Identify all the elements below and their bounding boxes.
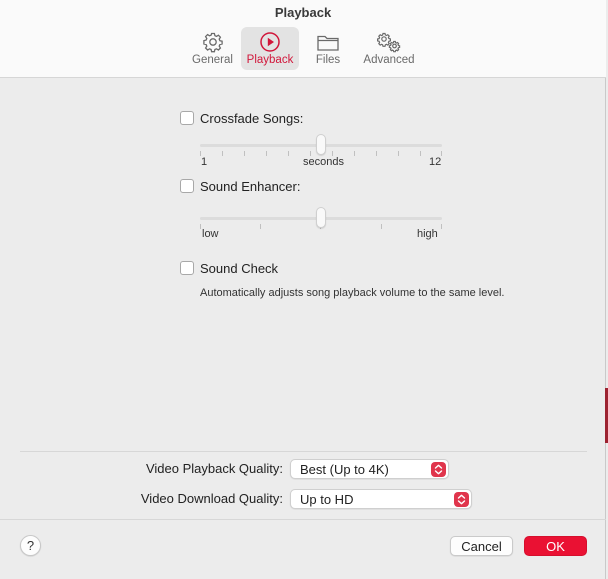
sound-enhancer-slider[interactable] [200,206,442,230]
slider-tick [441,224,442,229]
slider-thumb[interactable] [316,134,326,155]
video-download-quality-popup[interactable]: Up to HD [290,489,472,509]
crossfade-checkbox[interactable] [180,111,194,125]
cancel-button[interactable]: Cancel [450,536,513,556]
crossfade-max-label: 12 [429,156,442,168]
ok-button[interactable]: OK [524,536,587,556]
popup-value: Up to HD [300,492,354,507]
tab-label: Advanced [363,54,415,66]
sound-enhancer-checkbox[interactable] [180,179,194,193]
tab-playback[interactable]: Playback [241,27,299,70]
popup-value: Best (Up to 4K) [300,462,389,477]
gear-icon [186,31,239,53]
tab-advanced[interactable]: Advanced [358,27,420,70]
video-playback-quality-popup[interactable]: Best (Up to 4K) [290,459,449,479]
tab-label: Playback [246,54,294,66]
slider-tick [200,224,201,229]
video-download-quality-label: Video Download Quality: [140,491,283,506]
sound-enhancer-min-label: low [202,228,219,240]
crossfade-slider[interactable] [200,133,442,157]
sound-check-checkbox[interactable] [180,261,194,275]
tab-label: Files [315,54,341,66]
divider [20,451,587,452]
footer-divider [0,519,606,520]
sound-check-description: Automatically adjusts song playback volu… [200,287,505,299]
sound-enhancer-max-label: high [417,228,438,240]
folder-icon [306,31,350,53]
window-title: Playback [274,5,332,20]
slider-tick [266,151,267,156]
crossfade-label: Crossfade Songs: [200,111,304,126]
tab-files[interactable]: Files [306,27,350,70]
play-circle-icon [241,31,299,53]
help-button[interactable]: ? [20,535,41,556]
slider-tick [354,151,355,156]
tab-label: General [192,54,233,66]
chevron-updown-icon [431,462,446,477]
slider-tick [244,151,245,156]
slider-tick [381,224,382,229]
preferences-window: Playback General Playback Files Advanced… [0,0,606,579]
slider-tick [260,224,261,229]
slider-tick [288,151,289,156]
slider-thumb[interactable] [316,207,326,228]
slider-tick [398,151,399,156]
slider-tick [420,151,421,156]
toolbar: Playback General Playback Files Advanced [0,0,606,78]
sound-check-label: Sound Check [200,261,279,276]
video-playback-quality-label: Video Playback Quality: [145,461,283,476]
crossfade-unit-label: seconds [303,156,344,168]
tab-general[interactable]: General [186,27,239,70]
slider-tick [222,151,223,156]
chevron-updown-icon [454,492,469,507]
gears-icon [358,31,420,53]
crossfade-min-label: 1 [201,156,208,168]
sound-enhancer-label: Sound Enhancer: [200,179,301,194]
slider-tick [376,151,377,156]
